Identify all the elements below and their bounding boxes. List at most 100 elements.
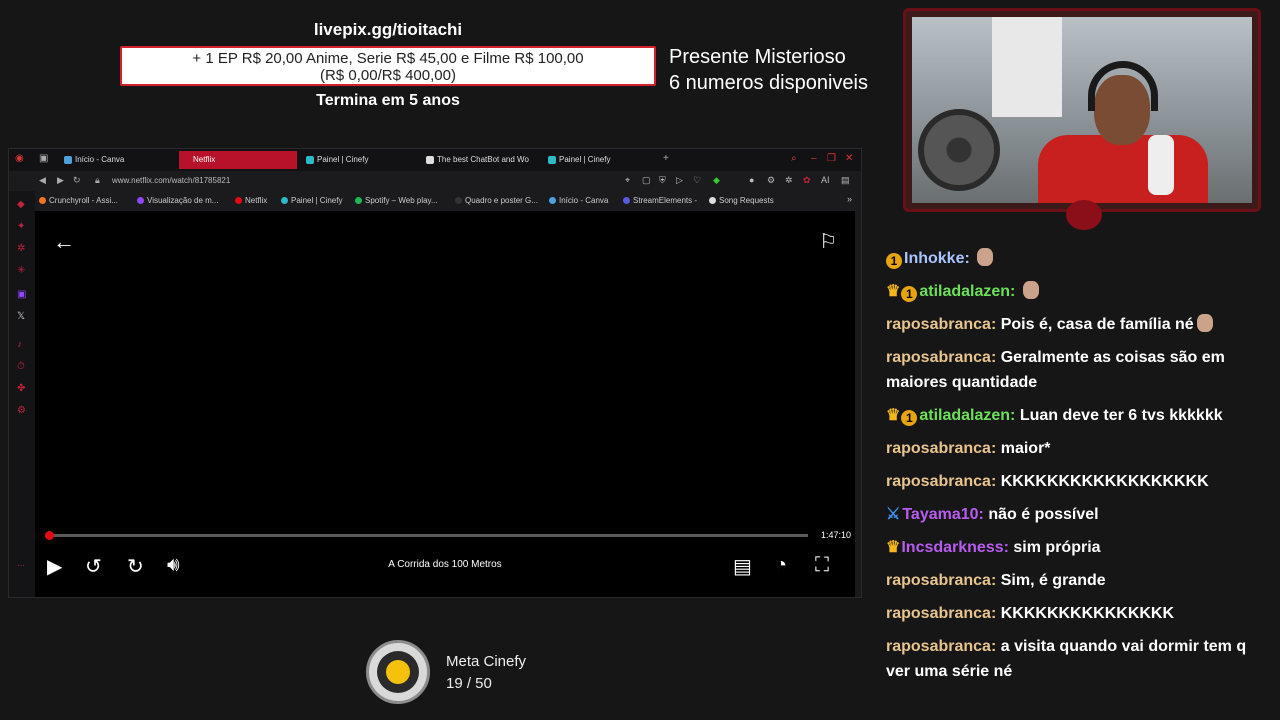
heart-icon[interactable]: ♡: [693, 175, 701, 186]
pin-icon[interactable]: ⌖: [625, 175, 630, 186]
chat-message: raposabranca: maior*: [878, 436, 1273, 461]
extension-icon[interactable]: ✿: [803, 175, 811, 186]
extension-icon[interactable]: ⚙: [767, 175, 775, 186]
bookmark-streamelements[interactable]: StreamElements -: [623, 196, 697, 205]
maximize-icon[interactable]: ❐: [827, 153, 836, 164]
streamelements-icon: [623, 197, 630, 204]
reload-icon[interactable]: ↻: [73, 175, 81, 186]
sidebar-extension-icon[interactable]: ✤: [17, 383, 25, 394]
bookmarks-more-icon[interactable]: »: [847, 194, 852, 204]
chat-colon: :: [1010, 283, 1020, 300]
back-nav-icon[interactable]: ◀: [39, 175, 46, 186]
tab-cinefy[interactable]: Painel | Cinefy: [303, 151, 417, 169]
forward-nav-icon[interactable]: ▶: [57, 175, 64, 186]
chat-colon: :: [990, 572, 1001, 589]
chat-username[interactable]: raposabranca: [886, 638, 991, 655]
bookmark-poster[interactable]: Quadro e poster G...: [455, 196, 538, 205]
chat-message: raposabranca: Geralmente as coisas são e…: [878, 345, 1273, 395]
sidebar-extension-icon[interactable]: ✳: [17, 265, 25, 276]
chat-text: Sim, é grande: [1000, 572, 1106, 589]
extension-icon[interactable]: ✲: [785, 175, 793, 186]
bookmark-twitch[interactable]: Visualização de m...: [137, 196, 218, 205]
streamer-body: [1038, 135, 1208, 203]
cinefy-icon: [548, 156, 556, 164]
progress-knob[interactable]: [44, 531, 54, 540]
chat-username[interactable]: raposabranca: [886, 572, 991, 589]
chat-colon: :: [990, 440, 1001, 457]
chat-username[interactable]: raposabranca: [886, 349, 991, 366]
chat-username[interactable]: raposabranca: [886, 605, 991, 622]
video-player[interactable]: ← ⚐ 1:47:10 ▶ ↺ ↻ 🔊︎ A Corrida dos 100 M…: [35, 211, 855, 597]
minimize-icon[interactable]: –: [811, 153, 817, 164]
bookmark-canva[interactable]: Início - Canva: [549, 196, 608, 205]
extension-green-icon[interactable]: ◆: [713, 175, 720, 186]
fullscreen-icon[interactable]: ⛶: [815, 554, 829, 577]
twitch-icon: [137, 197, 144, 204]
chat-text: KKKKKKKKKKKKKKKKKK: [1000, 473, 1209, 490]
bookmark-crunchyroll[interactable]: Crunchyroll - Assi...: [39, 196, 118, 205]
bookmark-song-requests[interactable]: Song Requests: [709, 196, 774, 205]
play-ext-icon[interactable]: ▷: [676, 175, 683, 186]
headset: [1088, 61, 1158, 111]
screenshot-icon[interactable]: ▢: [642, 175, 651, 186]
chat-message: raposabranca: Pois é, casa de família né: [878, 312, 1273, 337]
bookmark-spotify[interactable]: Spotify – Web play...: [355, 196, 438, 205]
crown-badge-icon: ♛: [886, 407, 901, 424]
sidebar-settings-icon[interactable]: ⚙: [17, 405, 26, 416]
chat-colon: :: [1003, 539, 1014, 556]
sidebar-aria-icon[interactable]: ◆: [17, 199, 25, 210]
mystery-line-2: 6 numeros disponiveis: [669, 72, 868, 94]
playback-speed-icon[interactable]: ◔: [775, 554, 787, 577]
chat-message: ♛Incsdarkness: sim própria: [878, 535, 1273, 560]
chat-colon: :: [990, 349, 1001, 366]
chat-username[interactable]: raposabranca: [886, 316, 991, 333]
chat-username[interactable]: raposabranca: [886, 440, 991, 457]
chat-colon: :: [1010, 407, 1020, 424]
tab-canva[interactable]: Início - Canva: [61, 151, 173, 169]
menu-icon[interactable]: ▤: [841, 175, 850, 186]
canva-icon: [549, 197, 556, 204]
close-icon[interactable]: ✕: [845, 153, 853, 164]
bookmark-netflix[interactable]: Netflix: [235, 196, 267, 205]
chat-username[interactable]: Incsdarkness: [901, 539, 1003, 556]
sidebar-more-icon[interactable]: ⋯: [17, 561, 25, 570]
tab-netflix[interactable]: Netflix: [179, 151, 297, 169]
extension-icon[interactable]: ●: [749, 175, 754, 185]
webcam-feed: [912, 17, 1252, 203]
chat-message: ⚔ Tayama10: não é possível: [878, 502, 1273, 527]
new-tab-icon[interactable]: +: [663, 153, 669, 164]
chat-username[interactable]: Inhokke: [904, 250, 964, 267]
tab-menu-icon[interactable]: ▣: [39, 153, 48, 164]
progress-bar[interactable]: [44, 531, 808, 540]
ai-extension-icon[interactable]: AI: [821, 175, 830, 185]
sidebar-extension-icon[interactable]: ✦: [17, 221, 25, 232]
chat-username[interactable]: atiladalazen: [919, 283, 1010, 300]
chat-username[interactable]: atiladalazen: [919, 407, 1010, 424]
meta-badge: [366, 640, 430, 704]
sub-badge-icon: 1: [886, 253, 902, 269]
url-field[interactable]: www.netflix.com/watch/81785821: [112, 176, 230, 185]
sub-badge-icon: 1: [901, 410, 918, 426]
chat-panel: 1 Inhokke: ♛ 1 atiladalazen: raposabranca: …: [878, 246, 1273, 720]
sidebar-history-icon[interactable]: ⏱: [17, 361, 25, 372]
chatbot-icon: [426, 156, 434, 164]
search-icon[interactable]: ⌕: [791, 153, 797, 164]
chat-username[interactable]: raposabranca: [886, 473, 991, 490]
chat-message: raposabranca: a visita quando vai dormir…: [878, 634, 1273, 684]
sidebar-x-icon[interactable]: 𝕏: [17, 311, 25, 322]
report-flag-icon[interactable]: ⚐: [819, 229, 837, 254]
sidebar-extension-icon[interactable]: ✲: [17, 243, 25, 254]
back-arrow-icon[interactable]: ←: [53, 229, 75, 255]
opera-logo-icon[interactable]: ◉: [15, 153, 24, 164]
sidebar-extension-icon[interactable]: ♪: [17, 339, 22, 350]
tab-cinefy-2[interactable]: Painel | Cinefy: [545, 151, 657, 169]
bookmark-cinefy[interactable]: Painel | Cinefy: [281, 196, 342, 205]
subtitles-icon[interactable]: ▤: [733, 554, 752, 579]
tab-chatbot[interactable]: The best ChatBot and Wo: [423, 151, 533, 169]
tab-bar: ◉ ▣ Início - Canva Netflix Painel | Cine…: [9, 149, 861, 171]
shelf: [992, 17, 1062, 117]
shield-icon[interactable]: ⛨: [659, 175, 666, 186]
sidebar-twitch-icon[interactable]: ▣: [17, 289, 26, 300]
chat-username[interactable]: Tayama10: [902, 506, 978, 523]
cinefy-coin-icon: [386, 660, 410, 684]
